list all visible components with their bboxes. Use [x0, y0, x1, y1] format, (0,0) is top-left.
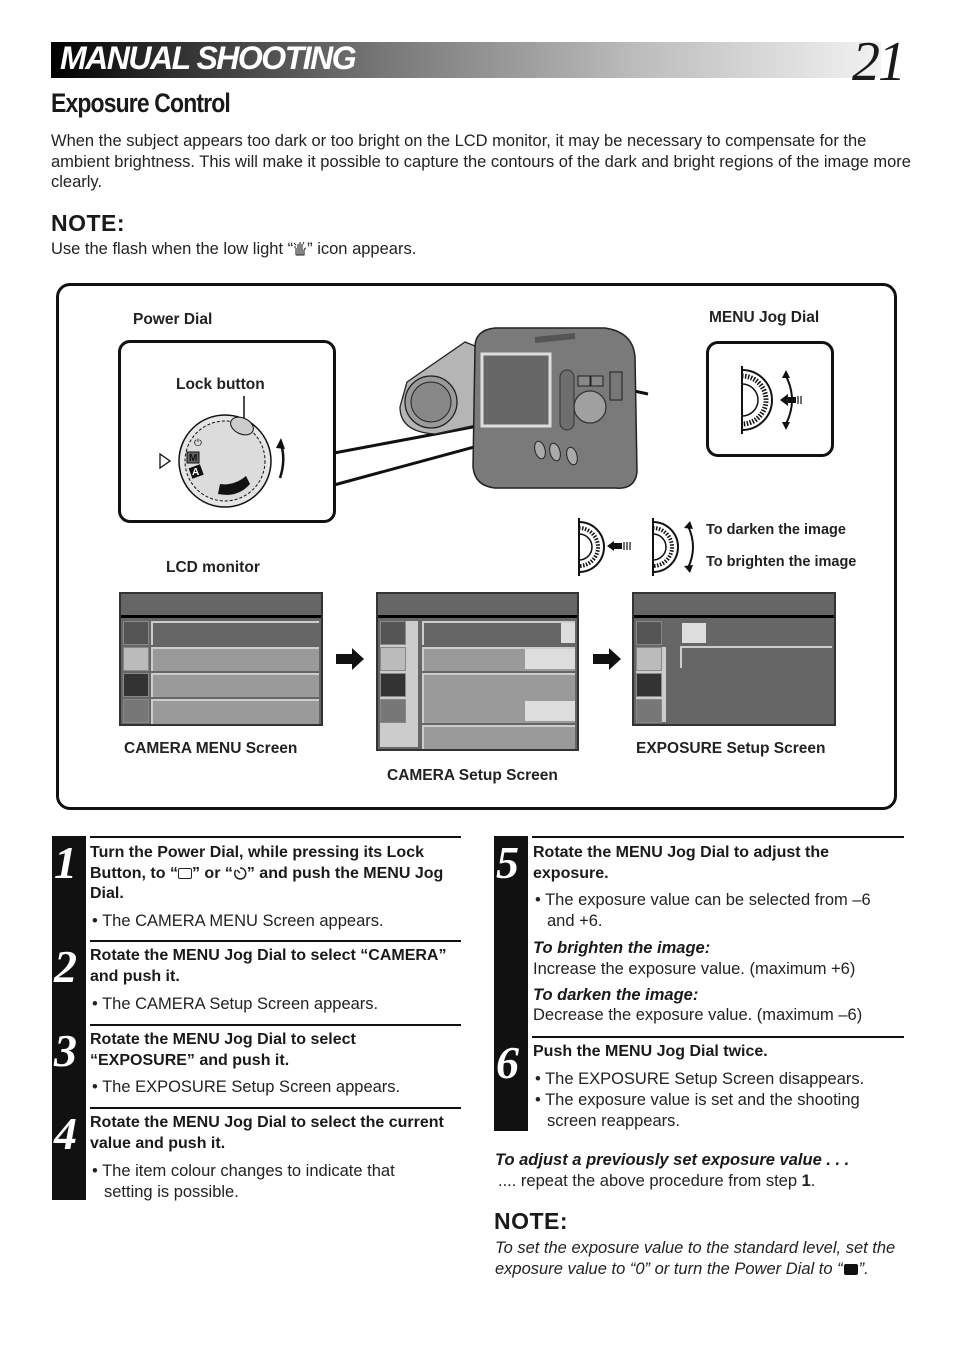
step-divider — [90, 1107, 461, 1109]
camera-menu-icon — [123, 621, 149, 645]
page-number: 21 — [852, 31, 906, 93]
exposure-value-box — [682, 623, 706, 643]
note-heading: NOTE: — [51, 210, 126, 236]
step-title: Push the MENU Jog Dial twice. — [533, 1043, 768, 1060]
step-bullet: • The CAMERA MENU Screen appears. — [92, 912, 384, 930]
screen-label-exposure-setup: EXPOSURE Setup Screen — [636, 740, 826, 757]
adjust-text: .... repeat the above procedure from ste… — [498, 1171, 815, 1191]
power-mark-icon: ⏻ — [194, 438, 202, 449]
manual-mode-label: M — [189, 453, 197, 464]
setup-menu-icon — [380, 647, 406, 671]
brighten-label: To brighten the image — [706, 554, 857, 570]
arrow-right-icon — [336, 648, 364, 670]
camera-jog-dial — [609, 371, 623, 401]
note-text-main: To set the exposure value to the standar… — [495, 1239, 896, 1278]
step-title: Rotate the MENU Jog Dial to select “EXPO… — [90, 1031, 356, 1069]
still-frame-icon — [177, 867, 192, 879]
jog-dial-push-icon — [578, 518, 631, 576]
screen-label-camera-menu: CAMERA MENU Screen — [124, 740, 298, 757]
intro-paragraph: When the subject appears too dark or too… — [51, 132, 911, 191]
darken-label: To darken the image — [706, 522, 846, 538]
power-dial-illustration: ⏻ M A — [159, 396, 285, 508]
section-title: MANUAL SHOOTING — [60, 40, 357, 76]
camera-setup-screen — [376, 592, 579, 751]
jog-dial-rotate-icon — [652, 518, 694, 576]
step-bullet: • The EXPOSURE Setup Screen disappears. — [535, 1070, 865, 1088]
lock-button-label: Lock button — [176, 376, 265, 393]
camera-menu-screen — [119, 592, 323, 726]
arrow-right-icon — [593, 648, 621, 670]
step-divider — [532, 1036, 904, 1038]
step-title: Rotate the MENU Jog Dial to adjust the e… — [533, 844, 830, 882]
step-1-title-part: ” or “ — [191, 864, 233, 882]
step-number: 3 — [54, 1025, 77, 1076]
page-title: Exposure Control — [51, 88, 231, 118]
brighten-heading: To brighten the image: — [533, 939, 711, 957]
adjust-text-before: .... repeat the above procedure from ste… — [498, 1172, 802, 1190]
step-divider — [532, 836, 904, 838]
timer-menu-icon — [123, 673, 149, 697]
adjust-text-after: . — [810, 1172, 816, 1190]
note-text-after: ” icon appears. — [307, 240, 417, 258]
setup-menu-icon — [123, 647, 149, 671]
step-number: 2 — [54, 941, 77, 992]
timer-menu-icon — [380, 673, 406, 697]
step-number: 4 — [54, 1108, 77, 1159]
note-text-before: Use the flash when the low light “ — [51, 240, 294, 258]
step-number: 1 — [54, 837, 77, 888]
step-bullet: • The exposure value can be selected fro… — [535, 891, 871, 930]
power-dial-label: Power Dial — [133, 311, 213, 328]
step-number: 5 — [496, 837, 519, 888]
setup-menu-icon — [636, 647, 662, 671]
adjust-heading: To adjust a previously set exposure valu… — [495, 1151, 850, 1169]
auto-mode-label: A — [192, 467, 199, 478]
menu-jog-dial-label: MENU Jog Dial — [709, 309, 820, 326]
step-divider — [90, 940, 461, 942]
step-bullet: • The CAMERA Setup Screen appears. — [92, 995, 379, 1013]
return-menu-icon — [636, 699, 662, 723]
return-menu-icon — [380, 699, 406, 723]
brighten-text: Increase the exposure value. (maximum +6… — [533, 960, 856, 978]
return-menu-icon — [123, 699, 149, 723]
step-reference: 1 — [801, 1172, 811, 1190]
exposure-setup-screen — [632, 592, 836, 726]
timer-menu-icon — [636, 673, 662, 697]
camera-lcd-screen — [480, 352, 552, 428]
step-title: Rotate the MENU Jog Dial to select the c… — [90, 1114, 444, 1152]
note-heading: NOTE: — [494, 1208, 569, 1234]
rotate-arrow-icon — [278, 443, 285, 479]
step-1-title: Turn the Power Dial, while pressing its … — [90, 843, 460, 905]
step-bullet: • The item colour changes to indicate th… — [92, 1162, 395, 1201]
camera-menu-icon — [636, 621, 662, 645]
step-divider — [90, 836, 461, 838]
low-light-hand-icon — [293, 240, 307, 256]
darken-text: Decrease the exposure value. (maximum –6… — [533, 1006, 863, 1024]
step-divider — [90, 1024, 461, 1026]
darken-heading: To darken the image: — [533, 986, 699, 1004]
auto-mode-square-icon — [843, 1263, 858, 1275]
step-number: 6 — [496, 1037, 519, 1088]
note-text: To set the exposure value to the standar… — [495, 1238, 905, 1279]
screen-label-camera-setup: CAMERA Setup Screen — [387, 767, 558, 784]
step-bullet: • The exposure value is set and the shoo… — [535, 1091, 860, 1130]
lcd-monitor-label: LCD monitor — [166, 559, 260, 576]
note-text: Use the flash when the low light “ ” icon… — [51, 239, 416, 260]
camera-illustration — [399, 327, 638, 489]
index-triangle-icon — [159, 452, 172, 470]
camera-shutter-button — [573, 390, 607, 424]
step-bullet: • The EXPOSURE Setup Screen appears. — [92, 1078, 401, 1096]
self-timer-icon — [233, 866, 247, 880]
camera-menu-icon — [380, 621, 406, 645]
step-title: Rotate the MENU Jog Dial to select “CAME… — [90, 947, 447, 985]
note-text-after: ”. — [858, 1259, 869, 1278]
jog-dial-push-rotate-icon — [741, 366, 802, 434]
